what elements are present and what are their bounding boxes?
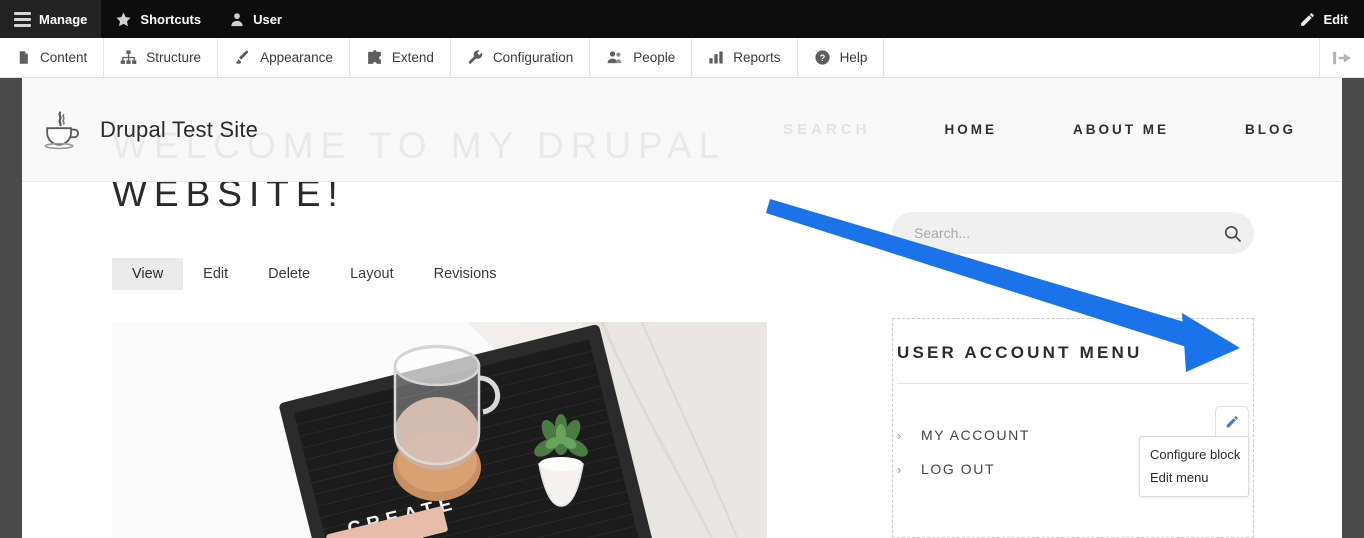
main-navigation: HOME ABOUT ME BLOG bbox=[907, 122, 1343, 137]
nav-link-home[interactable]: HOME bbox=[907, 122, 1036, 137]
menu-item-configuration-label: Configuration bbox=[492, 50, 574, 65]
article-image: CREATE DOPE CONTENT bbox=[112, 322, 767, 538]
bar-chart-icon bbox=[708, 49, 724, 66]
menu-item-appearance-label: Appearance bbox=[260, 50, 333, 65]
wrench-icon bbox=[467, 49, 484, 66]
site-header: Drupal Test Site SEARCH HOME ABOUT ME BL… bbox=[22, 78, 1342, 182]
menu-item-people-label: People bbox=[633, 50, 676, 65]
admin-menu-filler bbox=[884, 38, 1320, 77]
contextual-links-dropdown: Configure block Edit menu bbox=[1139, 436, 1249, 497]
menu-item-extend[interactable]: Extend bbox=[350, 38, 451, 77]
search-icon bbox=[1223, 224, 1242, 243]
user-account-menu-title: USER ACCOUNT MENU bbox=[897, 343, 1143, 362]
contextual-link-configure-block[interactable]: Configure block bbox=[1140, 443, 1248, 466]
search-submit-button[interactable] bbox=[1210, 212, 1254, 254]
admin-tab-user-label: User bbox=[253, 11, 282, 27]
hamburger-icon bbox=[14, 9, 31, 30]
search-label: SEARCH bbox=[783, 121, 871, 138]
pencil-icon bbox=[1224, 414, 1240, 430]
tab-layout[interactable]: Layout bbox=[330, 258, 414, 290]
puzzle-icon bbox=[366, 49, 383, 66]
admin-tab-shortcuts-label: Shortcuts bbox=[140, 11, 202, 27]
menu-item-help[interactable]: ? Help bbox=[798, 38, 885, 77]
user-account-menu-block[interactable]: USER ACCOUNT MENU › MY ACCOUNT › LOG OUT bbox=[892, 318, 1254, 538]
admin-tab-manage-label: Manage bbox=[39, 11, 88, 27]
menu-item-content[interactable]: Content bbox=[0, 38, 105, 77]
star-icon bbox=[115, 11, 132, 28]
menu-item-structure-label: Structure bbox=[146, 50, 202, 65]
tab-view[interactable]: View bbox=[112, 258, 184, 290]
menu-item-appearance[interactable]: Appearance bbox=[218, 38, 350, 77]
chevron-right-icon: › bbox=[897, 427, 903, 443]
sitemap-icon bbox=[120, 49, 137, 66]
contextual-link-edit-menu[interactable]: Edit menu bbox=[1140, 466, 1248, 489]
site-name: Drupal Test Site bbox=[100, 116, 259, 142]
admin-tab-manage[interactable]: Manage bbox=[0, 0, 102, 38]
file-icon bbox=[16, 49, 31, 66]
coffee-cup-icon bbox=[38, 108, 82, 152]
menu-item-people[interactable]: People bbox=[590, 38, 693, 77]
svg-text:?: ? bbox=[819, 53, 825, 63]
menu-link-my-account-label: MY ACCOUNT bbox=[920, 427, 1031, 443]
menu-item-help-label: Help bbox=[839, 50, 868, 65]
site-preview-frame: WELCOME TO MY DRUPAL WEBSITE! Drupal Tes… bbox=[0, 78, 1364, 538]
admin-tab-shortcuts[interactable]: Shortcuts bbox=[101, 0, 215, 38]
menu-link-log-out-label: LOG OUT bbox=[920, 461, 996, 477]
paintbrush-icon bbox=[234, 49, 251, 66]
pencil-icon bbox=[1299, 11, 1316, 28]
menu-item-structure[interactable]: Structure bbox=[104, 38, 219, 77]
tab-edit[interactable]: Edit bbox=[183, 258, 248, 290]
admin-tab-user[interactable]: User bbox=[215, 0, 296, 38]
search-box[interactable] bbox=[892, 212, 1254, 254]
admin-toolbar: Manage Shortcuts User Edit bbox=[0, 0, 1364, 38]
admin-menu-bar: Content Structure Appearance Extend Conf… bbox=[0, 38, 1364, 78]
menu-item-reports-label: Reports bbox=[733, 50, 781, 65]
people-icon bbox=[606, 49, 624, 66]
user-icon bbox=[229, 11, 245, 28]
search-input[interactable] bbox=[892, 225, 1210, 241]
admin-edit-button[interactable]: Edit bbox=[1289, 0, 1364, 38]
site-branding[interactable]: Drupal Test Site bbox=[22, 108, 258, 152]
local-task-tabs: View Edit Delete Layout Revisions bbox=[112, 258, 517, 290]
admin-edit-label: Edit bbox=[1323, 11, 1348, 27]
nav-link-blog[interactable]: BLOG bbox=[1207, 122, 1324, 137]
tab-delete[interactable]: Delete bbox=[248, 258, 330, 290]
menu-item-configuration[interactable]: Configuration bbox=[451, 38, 591, 77]
contextual-edit-button[interactable] bbox=[1215, 406, 1249, 436]
menu-item-content-label: Content bbox=[40, 50, 88, 65]
menu-item-extend-label: Extend bbox=[391, 50, 434, 65]
chevron-right-icon: › bbox=[897, 461, 903, 477]
tab-revisions[interactable]: Revisions bbox=[414, 258, 517, 290]
question-circle-icon: ? bbox=[814, 49, 831, 66]
menu-item-reports[interactable]: Reports bbox=[692, 38, 798, 77]
nav-link-about-me[interactable]: ABOUT ME bbox=[1035, 122, 1207, 137]
collapse-toolbar-icon[interactable] bbox=[1320, 38, 1364, 77]
